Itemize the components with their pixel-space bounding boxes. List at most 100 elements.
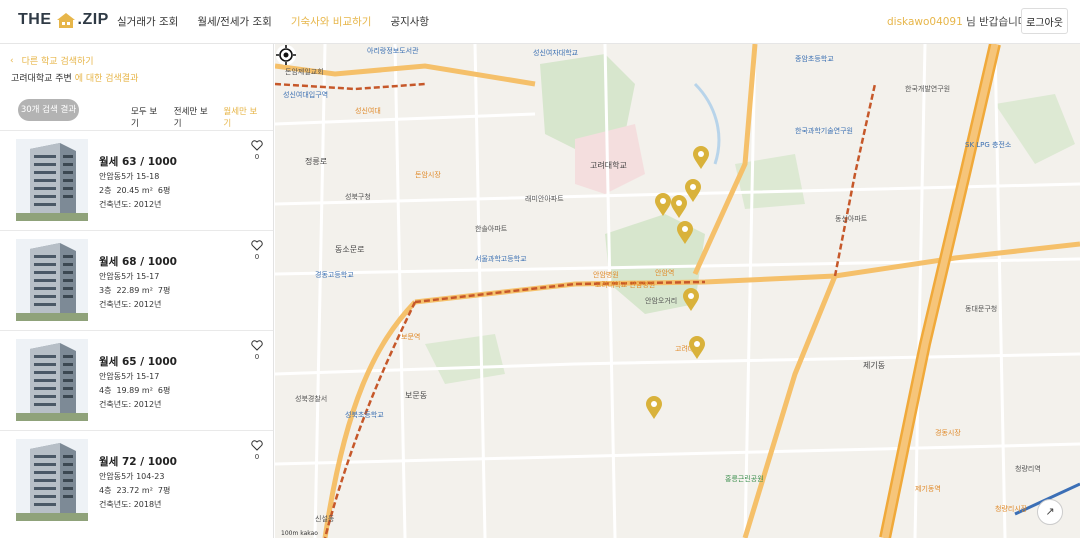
building-photo	[16, 239, 88, 321]
map-label: 성북경찰서	[295, 395, 328, 403]
heart-icon[interactable]	[251, 440, 263, 451]
built-label: 건축년도:	[99, 500, 134, 509]
location-pin-icon[interactable]	[688, 336, 706, 360]
listing-address: 안암동5가 15-17	[99, 272, 160, 281]
filter-tabs: 모두 보기 전세만 보기 월세만 보기	[131, 105, 273, 129]
map-label: 보문동	[405, 391, 428, 400]
map-label: 돈암제일교회	[285, 68, 324, 76]
listing-area: 23.72 m²	[116, 486, 153, 495]
listing-address: 안암동5가 15-18	[99, 172, 160, 181]
map-label: 동소문로	[335, 245, 365, 254]
logout-button[interactable]: 로그아웃	[1021, 8, 1068, 34]
map-scale: 100m kakao	[281, 530, 318, 537]
built-label: 건축년도:	[99, 200, 134, 209]
filter-monthly[interactable]: 월세만 보기	[223, 105, 260, 129]
map-label: 고려대학교	[590, 161, 627, 170]
logo[interactable]: THE .ZIP	[18, 11, 109, 29]
nav-compare-dorm[interactable]: 기숙사와 비교하기	[291, 14, 372, 29]
like-count: 0	[254, 153, 260, 161]
listing-floor: 3층	[99, 286, 112, 295]
listing-card[interactable]: 월세 63 / 1000 안암동5가 15-18 2층 20.45 m² 6평 건축…	[0, 130, 273, 230]
listing-floor: 2층	[99, 186, 112, 195]
listing-rooms: 7평	[157, 486, 171, 495]
like-count: 0	[254, 253, 260, 261]
listing-list: 월세 63 / 1000 안암동5가 15-18 2층 20.45 m² 6평 건축…	[0, 130, 273, 530]
map-label: 성북초등학교	[345, 411, 384, 419]
user-greeting: diskawo04091 님 반갑습니다	[887, 14, 1027, 29]
result-sidebar: ‹ 다른 학교 검색하기 고려대학교 주변 에 대한 검색결과 30개 검색 결…	[0, 44, 274, 538]
listing-address: 안암동5가 104-23	[99, 472, 165, 481]
current-location-icon[interactable]	[275, 44, 297, 66]
map-label: 청량리역	[1015, 465, 1041, 473]
built-label: 건축년도:	[99, 400, 134, 409]
map-label: SK LPG 충전소	[965, 141, 1012, 149]
school-name: 고려대학교 주변	[11, 74, 72, 84]
like-count: 0	[254, 453, 260, 461]
listing-rooms: 6평	[157, 186, 171, 195]
filter-jeonse[interactable]: 전세만 보기	[174, 105, 211, 129]
listing-built-year: 건축년도: 2018년	[99, 499, 161, 510]
listing-area: 22.89 m²	[116, 286, 153, 295]
location-pin-icon[interactable]	[682, 288, 700, 312]
listing-specs: 4층 19.89 m² 6평	[99, 385, 175, 396]
nav-rent-price[interactable]: 월세/전세가 조회	[197, 14, 272, 29]
listing-address: 안암동5가 15-17	[99, 372, 160, 381]
listing-specs: 4층 23.72 m² 7평	[99, 485, 175, 496]
map-label: 보문역	[401, 333, 421, 341]
map-view[interactable]: 아리랑정보도서관 돈암제일교회 성신여대입구역 성신여대 돈암시장 성신여자대학…	[275, 44, 1080, 538]
listing-built-year: 건축년도: 2012년	[99, 399, 161, 410]
listing-area: 20.45 m²	[116, 186, 153, 195]
building-photo	[16, 139, 88, 221]
listing-area: 19.89 m²	[116, 386, 153, 395]
listing-built-year: 건축년도: 2012년	[99, 299, 161, 310]
map-label: 한솔아파트	[475, 225, 508, 233]
map-label: 경동고등학교	[315, 271, 354, 279]
map-label: 제기동	[863, 361, 886, 370]
listing-rooms: 6평	[157, 386, 171, 395]
back-link[interactable]: ‹ 다른 학교 검색하기	[10, 54, 94, 68]
scale-text: 100m	[281, 530, 299, 537]
map-label: 안암오거리	[645, 297, 678, 305]
logo-text-left: THE	[18, 11, 52, 28]
map-label: 청량리시장	[995, 505, 1028, 513]
map-label: 경동시장	[935, 429, 961, 437]
search-suffix: 에 대한 검색결과	[71, 74, 139, 84]
listing-built-year: 건축년도: 2012년	[99, 199, 161, 210]
nav-transaction-price[interactable]: 실거래가 조회	[117, 14, 178, 29]
nav-notice[interactable]: 공지사항	[390, 14, 429, 29]
heart-icon[interactable]	[251, 140, 263, 151]
map-label: 서울과학고등학교	[475, 255, 527, 263]
location-pin-icon[interactable]	[684, 179, 702, 203]
listing-floor: 4층	[99, 386, 112, 395]
map-label: 돈암시장	[415, 171, 441, 179]
compass-icon[interactable]: ↗	[1037, 499, 1063, 525]
map-label: 아리랑정보도서관	[367, 47, 419, 55]
map-label: 동대문구청	[965, 305, 998, 313]
top-navbar: THE .ZIP 실거래가 조회 월세/전세가 조회 기숙사와 비교하기 공지사…	[0, 0, 1080, 44]
map-label: 성신여대	[355, 107, 381, 115]
building-photo	[16, 439, 88, 521]
map-label: 고려대학교 안암병원	[595, 281, 656, 289]
map-label: 한국개발연구원	[905, 85, 951, 93]
greeting-text: 님 반갑습니다	[962, 16, 1028, 28]
map-label: 한국과학기술연구원	[795, 127, 853, 135]
listing-rooms: 7평	[157, 286, 171, 295]
location-pin-icon[interactable]	[645, 396, 663, 420]
built-year: 2012년	[133, 400, 162, 409]
result-count-badge: 30개 검색 결과	[18, 99, 79, 121]
heart-icon[interactable]	[251, 240, 263, 251]
listing-specs: 2층 20.45 m² 6평	[99, 185, 175, 196]
search-summary: 고려대학교 주변 에 대한 검색결과	[11, 71, 138, 84]
heart-icon[interactable]	[251, 340, 263, 351]
location-pin-icon[interactable]	[676, 221, 694, 245]
map-label: 홍릉근린공원	[725, 475, 764, 483]
map-provider: kakao	[300, 530, 318, 537]
listing-card[interactable]: 월세 72 / 1000 안암동5가 104-23 4층 23.72 m² 7평 건…	[0, 430, 273, 530]
filter-all[interactable]: 모두 보기	[131, 105, 161, 129]
listing-card[interactable]: 월세 65 / 1000 안암동5가 15-17 4층 19.89 m² 6평 건축…	[0, 330, 273, 430]
listing-card[interactable]: 월세 68 / 1000 안암동5가 15-17 3층 22.89 m² 7평 건축…	[0, 230, 273, 330]
map-label: 성신여자대학교	[533, 49, 579, 57]
map-label: 동신아파트	[835, 215, 868, 223]
location-pin-icon[interactable]	[692, 146, 710, 170]
listing-price: 월세 63 / 1000	[99, 156, 177, 168]
